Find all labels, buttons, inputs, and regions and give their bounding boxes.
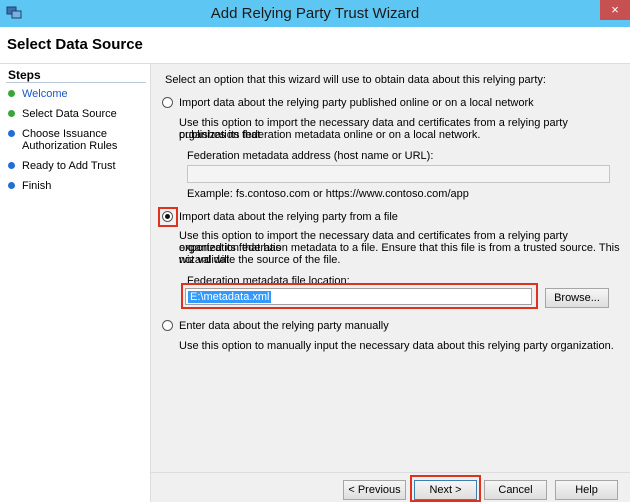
page-header: Select Data Source [0, 27, 630, 64]
radio-import-file[interactable] [162, 211, 173, 222]
option-manual-label[interactable]: Enter data about the relying party manua… [179, 320, 389, 332]
file-location-value: E:\metadata.xml [188, 291, 272, 303]
radio-import-online[interactable] [162, 97, 173, 108]
metadata-address-example: Example: fs.contoso.com or https://www.c… [187, 188, 469, 200]
title-bar: Add Relying Party Trust Wizard × [0, 0, 630, 27]
option-file-label[interactable]: Import data about the relying party from… [179, 211, 398, 223]
metadata-address-label: Federation metadata address (host name o… [187, 150, 434, 162]
step-status-icon [8, 182, 15, 189]
option-file-desc-3: not validate the source of the file. [179, 254, 341, 266]
steps-title: Steps [8, 68, 41, 82]
steps-sidebar: Steps Welcome Select Data Source Choose … [0, 64, 151, 502]
browse-button[interactable]: Browse... [545, 288, 609, 308]
previous-button[interactable]: < Previous [343, 480, 406, 500]
intro-text: Select an option that this wizard will u… [165, 74, 546, 86]
sidebar-item-label: Welcome [22, 88, 68, 100]
sidebar-item-label-line2: Authorization Rules [22, 140, 118, 152]
footer-divider [151, 472, 630, 473]
sidebar-item-label: Select Data Source [22, 108, 117, 120]
window-title: Add Relying Party Trust Wizard [210, 5, 420, 22]
steps-divider [6, 82, 146, 83]
step-status-icon [8, 110, 15, 117]
next-button[interactable]: Next > [414, 480, 477, 500]
step-status-icon [8, 162, 15, 169]
close-button[interactable]: × [600, 0, 630, 20]
step-status-icon [8, 90, 15, 97]
option-online-desc-2: publishes its federation metadata online… [179, 129, 481, 141]
content-area: Select an option that this wizard will u… [152, 64, 627, 472]
option-online-label[interactable]: Import data about the relying party publ… [179, 97, 534, 109]
page-title: Select Data Source [7, 36, 143, 53]
help-button[interactable]: Help [555, 480, 618, 500]
cancel-button[interactable]: Cancel [484, 480, 547, 500]
file-location-input[interactable]: E:\metadata.xml [185, 288, 532, 305]
step-status-icon [8, 130, 15, 137]
metadata-address-input[interactable] [187, 165, 610, 183]
option-manual-desc: Use this option to manually input the ne… [179, 340, 614, 352]
sidebar-item-label: Finish [22, 180, 52, 192]
sidebar-item-label: Choose Issuance [22, 128, 107, 140]
radio-manual[interactable] [162, 320, 173, 331]
close-icon: × [611, 2, 619, 17]
sidebar-item-label: Ready to Add Trust [22, 160, 116, 172]
